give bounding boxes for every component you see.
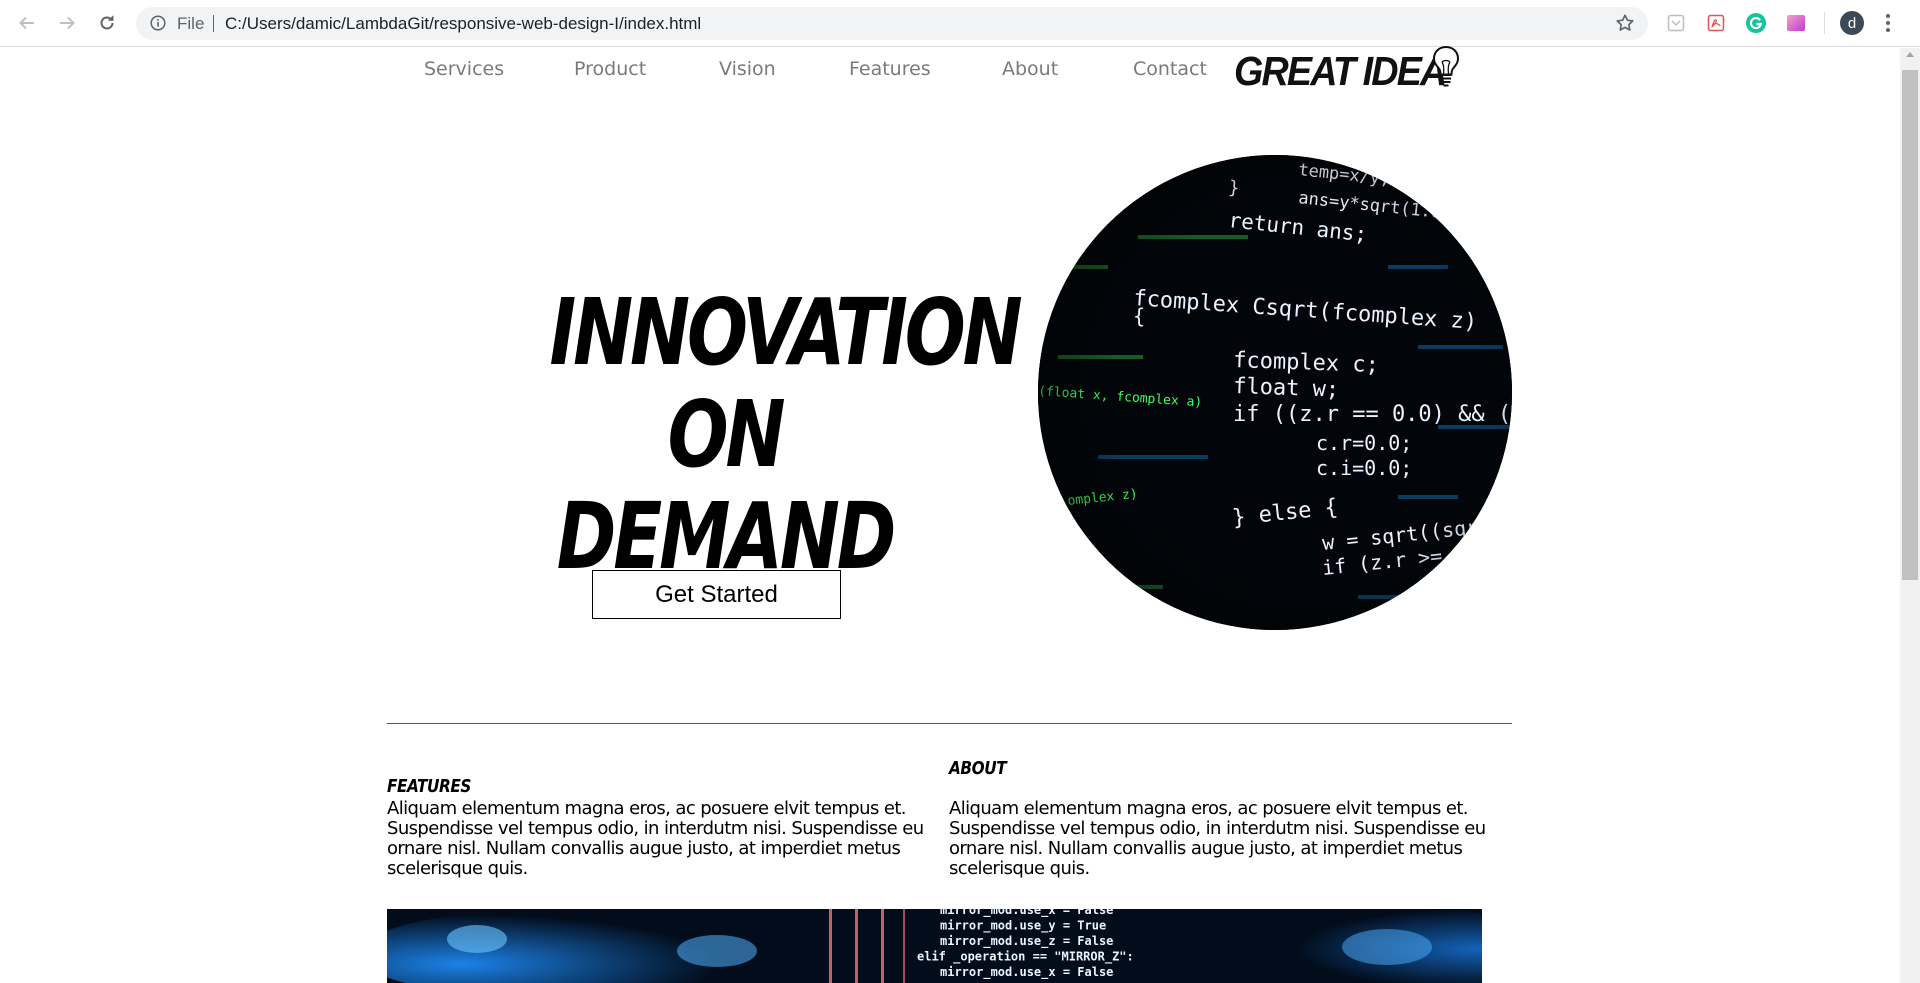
- hero-title: INNOVATION ON DEMAND: [549, 278, 1023, 588]
- features-heading: FEATURES: [387, 776, 472, 797]
- toolbar-divider: [1824, 12, 1825, 34]
- nav-link-features[interactable]: Features: [849, 58, 931, 80]
- back-arrow-icon: [19, 16, 34, 30]
- scrollbar-thumb[interactable]: [1902, 70, 1918, 580]
- nav-link-contact[interactable]: Contact: [1133, 58, 1207, 80]
- back-button[interactable]: [14, 10, 40, 36]
- url-scheme-label: File: [177, 14, 205, 33]
- scroll-up-arrow-icon[interactable]: [1906, 52, 1914, 57]
- banner-graphic: mirror_mod.use_x = Falsemirror_mod.use_y…: [387, 909, 1482, 983]
- code-banner-image: mirror_mod.use_x = False mirror_mod.use_y…: [387, 909, 1482, 983]
- nav-link-vision[interactable]: Vision: [719, 58, 776, 80]
- extension-reader-icon[interactable]: [1665, 12, 1687, 34]
- about-heading: ABOUT: [949, 758, 1007, 779]
- reload-icon: [100, 15, 114, 30]
- code-screen-graphic: temp=x/y;}ans=y*sqrt(1.0+temp*treturn an…: [1038, 155, 1512, 630]
- hero-code-image: temp=x/y;}ans=y*sqrt(1.0+temp*treturn an…: [1038, 155, 1512, 630]
- nav-link-product[interactable]: Product: [574, 58, 646, 80]
- reload-button[interactable]: [94, 10, 120, 36]
- nav-link-about[interactable]: About: [1002, 58, 1058, 80]
- section-divider: [387, 723, 1512, 724]
- banner-code-line: mirror_mod.use_z = False: [940, 934, 1113, 949]
- banner-code-line: elif _operation == "MIRROR_Z":: [917, 950, 1134, 965]
- get-started-button[interactable]: Get Started: [592, 570, 841, 619]
- about-text: Aliquam elementum magna eros, ac posuere…: [949, 798, 1486, 879]
- hero-title-line-1: INNOVATION: [549, 278, 1023, 386]
- banner-code-line: mirror_mod.use_y = True: [940, 919, 1106, 934]
- banner-code-line: mirror_mod.use_x = False: [940, 909, 1113, 918]
- address-bar[interactable]: File C:/Users/damic/LambdaGit/responsive…: [136, 7, 1648, 40]
- browser-menu-icon[interactable]: [1884, 12, 1892, 34]
- logo-text: GREAT IDEA: [1234, 48, 1447, 94]
- grammarly-icon[interactable]: [1745, 12, 1767, 34]
- hero-title-line-2: ON: [667, 380, 786, 488]
- features-text: Aliquam elementum magna eros, ac posuere…: [387, 798, 924, 879]
- page-scrollbar[interactable]: [1900, 48, 1920, 983]
- omnibox-separator: [213, 15, 214, 32]
- browser-toolbar: File C:/Users/damic/LambdaGit/responsive…: [0, 0, 1920, 47]
- profile-avatar[interactable]: d: [1840, 11, 1864, 35]
- extension-pdf-icon[interactable]: [1705, 12, 1727, 34]
- info-icon[interactable]: [150, 15, 166, 31]
- extension-gradient-icon[interactable]: [1785, 12, 1807, 34]
- bookmark-star-icon[interactable]: [1614, 12, 1636, 34]
- banner-code-line: mirror_mod.use_x = False: [940, 965, 1113, 980]
- forward-arrow-icon: [60, 16, 75, 30]
- forward-button[interactable]: [54, 10, 80, 36]
- nav-link-services[interactable]: Services: [424, 58, 504, 80]
- lightbulb-icon: [1432, 45, 1460, 87]
- url-text[interactable]: C:/Users/damic/LambdaGit/responsive-web-…: [225, 14, 701, 34]
